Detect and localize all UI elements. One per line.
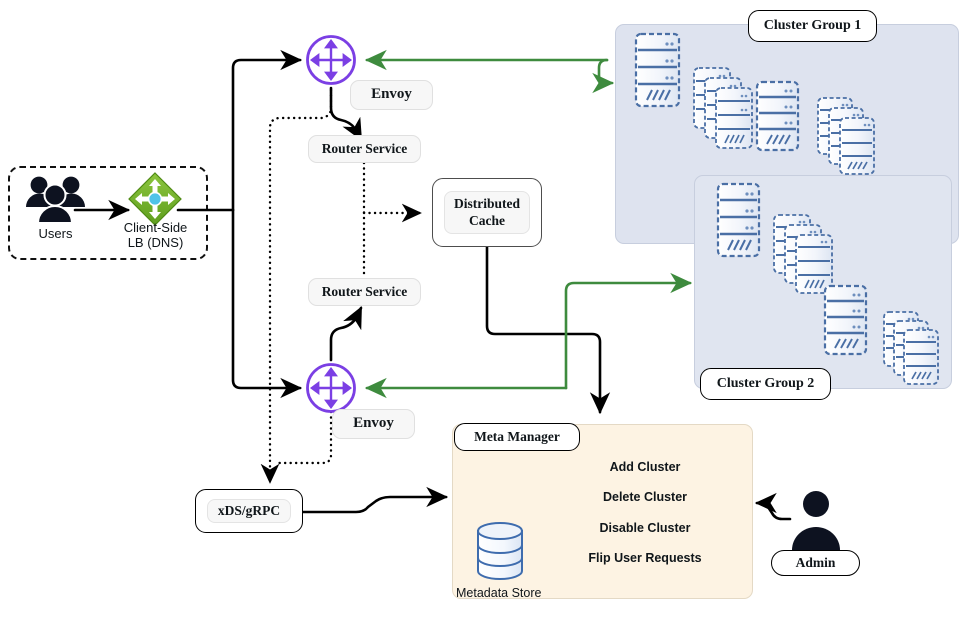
users-icon <box>26 176 85 224</box>
client-lb-label-line1: Client-Side <box>123 220 188 235</box>
envoy-four-way-arrow-icon[interactable] <box>306 35 356 85</box>
edge-envoy-top-to-cluster1 <box>592 58 615 94</box>
cluster-group-1-label: Cluster Group 1 <box>748 10 877 42</box>
load-balancer-diamond-icon <box>128 172 182 226</box>
server-rack-stack-icon <box>693 67 753 149</box>
client-lb-label-line2: LB (DNS) <box>127 235 184 250</box>
metadata-store-label: Metadata Store <box>456 586 542 600</box>
xds-grpc-box[interactable]: xDS/gRPC <box>195 489 303 533</box>
edge-trunk-to-envoy-top <box>231 49 303 212</box>
envoy-top-label[interactable]: Envoy <box>350 80 433 110</box>
server-rack-icon <box>823 284 868 356</box>
edge-envoy-bottom-to-xds <box>277 410 333 465</box>
server-rack-stack-icon <box>817 97 875 175</box>
meta-manager-action-add-cluster[interactable]: Add Cluster <box>575 460 715 474</box>
architecture-diagram: Users Client-Side LB (DNS) Envoy Envoy R… <box>0 0 977 634</box>
database-cylinder-icon <box>477 522 523 580</box>
server-rack-icon <box>755 80 800 152</box>
distributed-cache-box[interactable]: Distributed Cache <box>432 178 542 247</box>
connector-layer <box>26 32 939 580</box>
router-service-bottom[interactable]: Router Service <box>308 278 421 306</box>
server-rack-stack-icon <box>883 311 939 385</box>
meta-manager-action-disable-cluster[interactable]: Disable Cluster <box>575 521 715 535</box>
server-rack-stack-icon <box>773 214 833 294</box>
edge-trunk-to-envoy-bottom <box>231 208 303 399</box>
edge-xds-to-meta-manager <box>301 486 449 514</box>
server-rack-icon <box>716 182 761 258</box>
meta-manager-action-flip-user-requests[interactable]: Flip User Requests <box>575 551 715 565</box>
envoy-four-way-arrow-icon[interactable] <box>306 363 356 413</box>
edge-admin-to-meta-manager <box>754 492 792 521</box>
distributed-cache-label-line1: Distributed <box>453 195 520 211</box>
edge-envoy-bottom-to-cluster2 <box>564 272 693 390</box>
meta-manager-label: Meta Manager <box>454 423 580 451</box>
router-service-top[interactable]: Router Service <box>308 135 421 163</box>
xds-grpc-label: xDS/gRPC <box>206 499 292 523</box>
server-rack-icon <box>634 32 681 108</box>
meta-manager-action-delete-cluster[interactable]: Delete Cluster <box>575 490 715 504</box>
distributed-cache-label-line2: Cache <box>468 212 505 228</box>
users-label: Users <box>38 226 73 241</box>
admin-person-icon <box>792 491 840 550</box>
envoy-bottom-label[interactable]: Envoy <box>332 409 415 439</box>
cluster-group-2-label: Cluster Group 2 <box>700 368 831 400</box>
admin-label: Admin <box>771 550 860 576</box>
edge-envoy-bottom-to-router-bottom <box>329 306 363 362</box>
